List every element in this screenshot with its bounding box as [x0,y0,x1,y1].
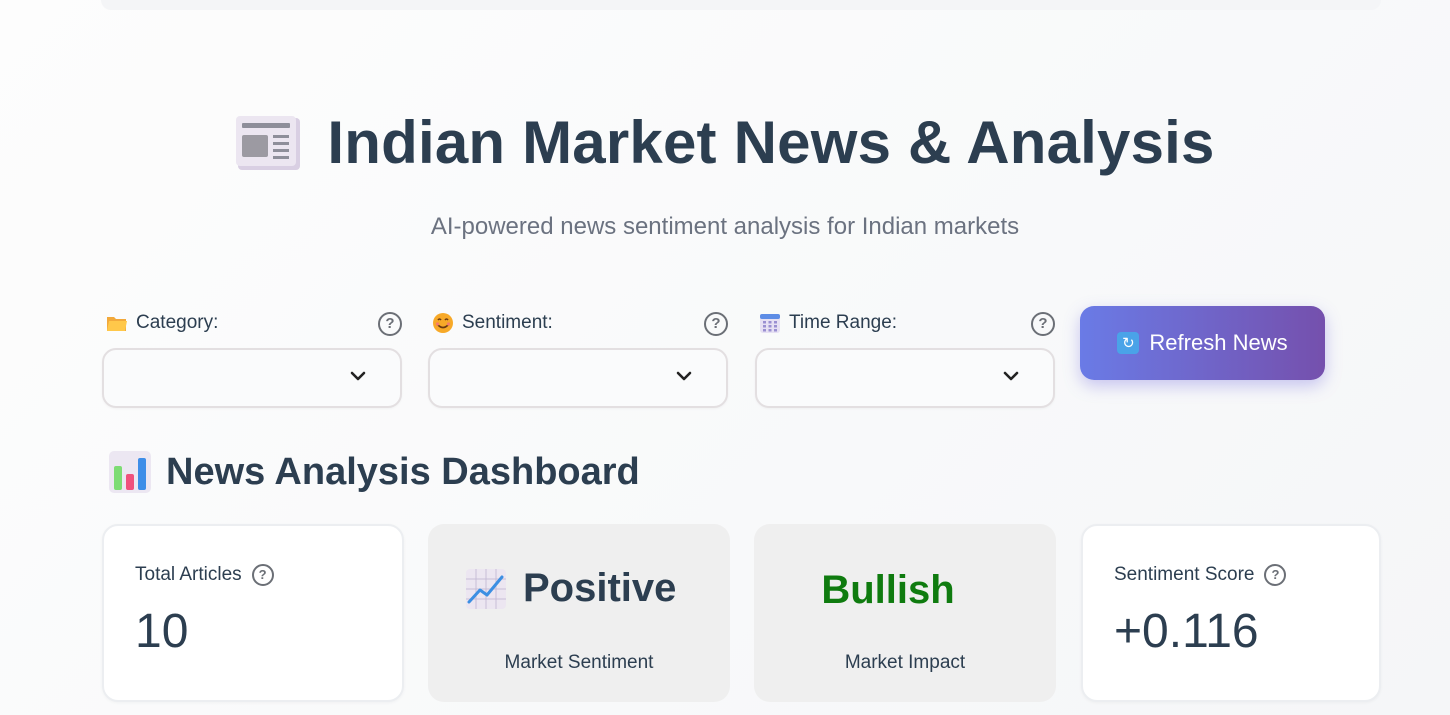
category-label-row: Category: ? [102,308,402,338]
help-icon[interactable]: ? [1031,312,1055,336]
folder-icon [107,317,127,331]
refresh-icon: ↻ [1117,332,1140,354]
category-label: Category: [136,312,219,333]
chevron-down-icon [676,371,692,381]
sentiment-score-label: Sentiment Score [1114,564,1255,585]
market-sentiment-card: Positive Market Sentiment [428,524,730,702]
hero-header: Indian Market News & Analysis [0,108,1450,177]
market-impact-value: Bullish [821,568,955,612]
page-subtitle: AI-powered news sentiment analysis for I… [430,213,1020,240]
chart-increasing-icon [466,568,506,609]
dashboard-title: News Analysis Dashboard [166,450,640,493]
sentiment-filter: Sentiment: ? [428,308,728,408]
refresh-news-label: Refresh News [1149,330,1288,355]
sentiment-score-card: Sentiment Score ? +0.116 [1081,524,1381,702]
help-icon[interactable]: ? [704,312,728,336]
total-articles-card: Total Articles ? 10 [102,524,404,702]
top-container-edge [101,0,1381,10]
sentiment-select[interactable] [428,348,728,408]
sentiment-score-value: +0.116 [1114,605,1259,658]
refresh-news-button[interactable]: ↻ Refresh News [1080,306,1325,380]
market-sentiment-row: Positive [465,566,676,611]
category-filter: Category: ? [102,308,402,408]
dashboard-heading: News Analysis Dashboard [108,450,640,494]
market-sentiment-value: Positive [523,566,677,610]
page-title: Indian Market News & Analysis [327,109,1215,176]
page-title-row: Indian Market News & Analysis [235,108,1214,177]
total-articles-label-row: Total Articles ? [135,564,274,586]
sentiment-score-label-row: Sentiment Score ? [1114,564,1287,586]
smiley-icon [433,313,453,333]
help-icon[interactable]: ? [1264,564,1287,586]
calendar-icon [760,314,780,333]
sentiment-label: Sentiment: [462,312,553,333]
help-icon[interactable]: ? [251,564,274,586]
bar-chart-icon [109,451,151,493]
market-impact-caption: Market Impact [844,652,966,673]
sentiment-label-row: Sentiment: ? [428,308,728,338]
market-sentiment-caption: Market Sentiment [504,652,654,673]
help-icon[interactable]: ? [378,312,402,336]
category-select[interactable] [102,348,402,408]
total-articles-label: Total Articles [135,564,242,585]
chevron-down-icon [1003,371,1019,381]
total-articles-value: 10 [135,605,189,658]
market-impact-card: Bullish Market Impact [754,524,1056,702]
newspaper-icon [236,115,301,170]
time-range-filter: Time Range: ? [755,308,1055,408]
time-range-label-row: Time Range: ? [755,308,1055,338]
time-range-label: Time Range: [789,312,898,333]
time-range-select[interactable] [755,348,1055,408]
chevron-down-icon [350,371,366,381]
